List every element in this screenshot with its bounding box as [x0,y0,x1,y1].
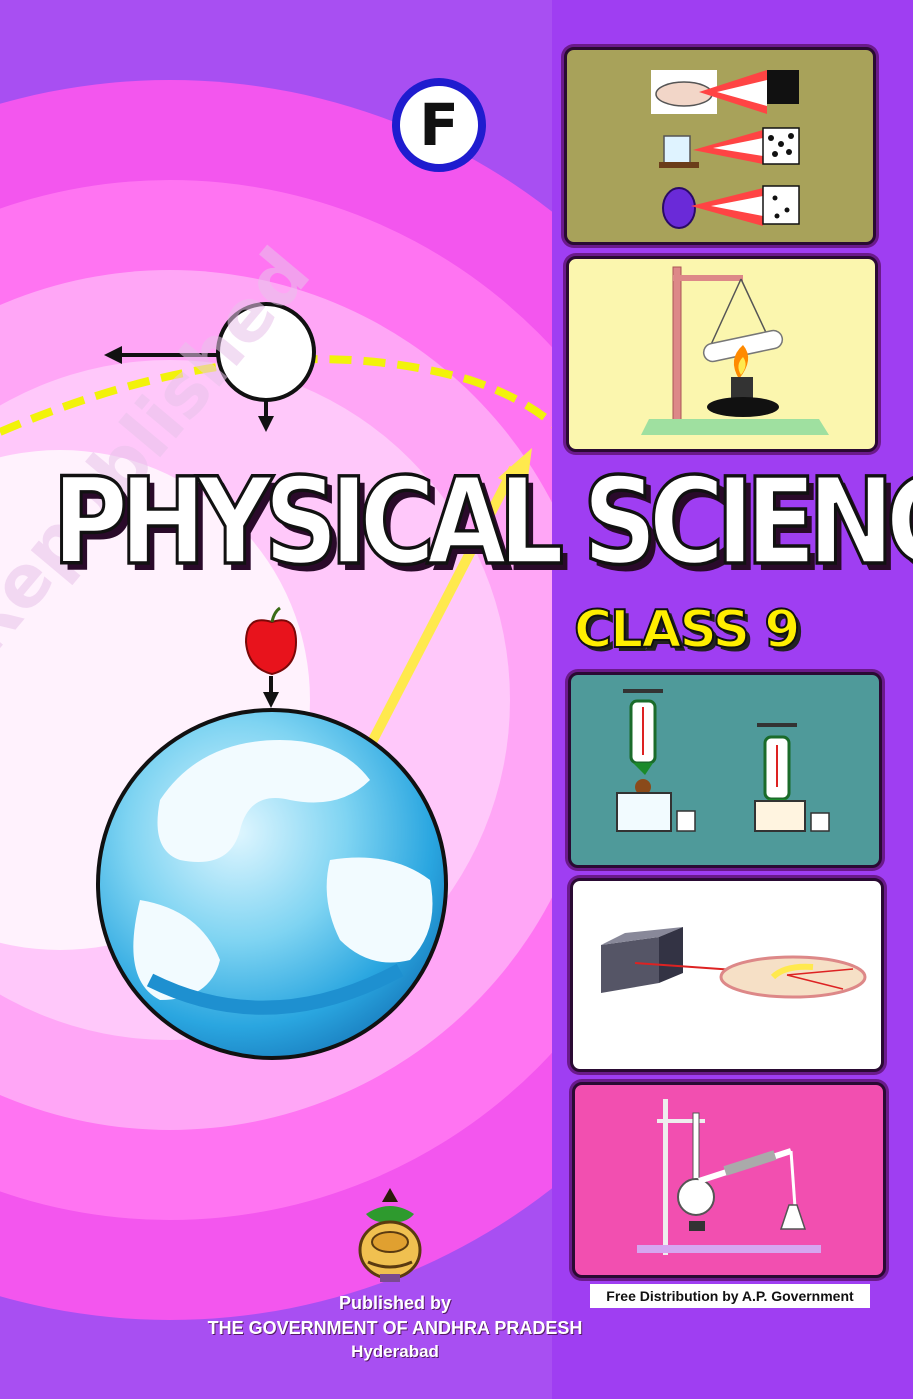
book-cover: Republished F PHYSICAL SCIEN CLASS 9 Pub… [0,0,913,1399]
test-tube-heating-panel [566,256,878,452]
published-by-label: Published by [338,1293,452,1313]
book-title: PHYSICAL SCIENCE [51,451,913,592]
class-subtitle: CLASS 9 [573,599,801,661]
free-distribution-label: Free Distribution by A.P. Government [590,1284,870,1308]
edition-badge: F [392,78,486,172]
heating-illustration [641,266,829,435]
emblem-icon [358,1188,422,1282]
spring-balance-panel [568,672,882,868]
distillation-illustration [637,1099,821,1255]
spring-balance-illustration [616,689,830,832]
refraction-illustration [601,927,867,999]
distillation-panel [572,1082,886,1278]
diffusion-panel [564,47,876,245]
light-refraction-panel [570,878,884,1072]
diffusion-illustration [651,70,800,229]
globe-icon [96,708,448,1060]
publisher-city: Hyderabad [351,1342,439,1361]
publisher-name: THE GOVERNMENT OF ANDHRA PRADESH [207,1318,583,1338]
